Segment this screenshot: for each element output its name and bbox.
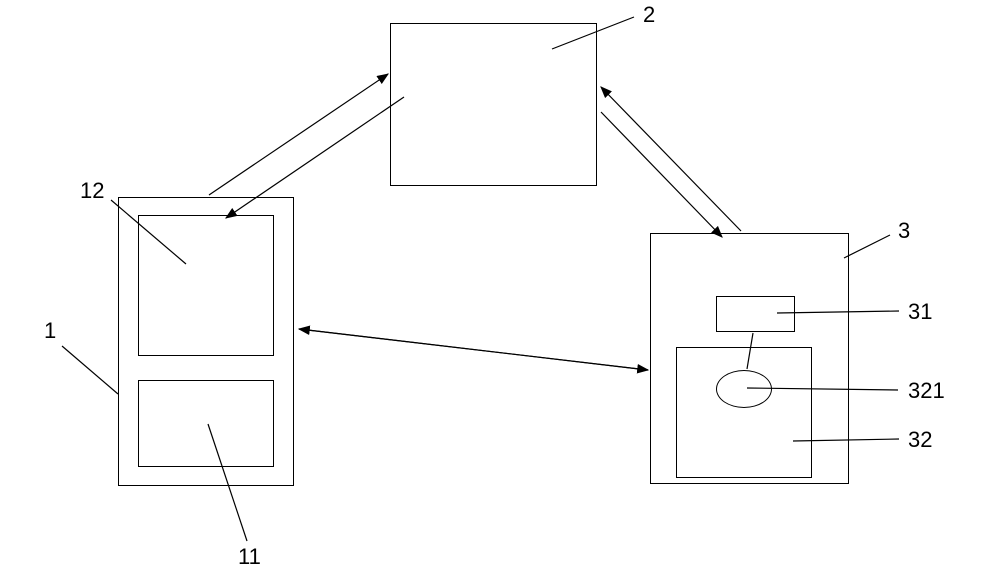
label-12: 12 xyxy=(80,178,104,204)
ellipse-321 xyxy=(716,370,772,408)
label-31: 31 xyxy=(908,299,932,325)
box-31 xyxy=(716,296,795,332)
label-32: 32 xyxy=(908,427,932,453)
label-321: 321 xyxy=(908,378,945,404)
label-11: 11 xyxy=(238,544,261,570)
box-11 xyxy=(138,380,274,467)
box-12 xyxy=(138,215,274,356)
box-32 xyxy=(676,347,812,478)
label-2: 2 xyxy=(643,2,655,28)
label-3: 3 xyxy=(898,218,910,244)
diagram-container: 2 12 1 11 3 31 321 32 xyxy=(0,0,1000,575)
label-1: 1 xyxy=(44,318,56,344)
box-2 xyxy=(390,23,597,186)
